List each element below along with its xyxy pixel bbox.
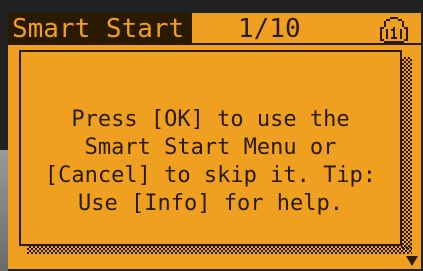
screen-title: Smart Start xyxy=(12,14,185,44)
header-rule xyxy=(192,43,421,45)
title-bar: Smart Start xyxy=(8,13,192,45)
dialog-message: Press [OK] to use the Smart Start Menu o… xyxy=(21,106,400,218)
lcd-screen: Smart Start 1/10 Press [OK] to use the S… xyxy=(8,13,421,269)
message-line: Use [Info] for help. xyxy=(78,191,343,216)
dialog-shadow-bottom xyxy=(27,246,412,254)
dialog-shadow-right xyxy=(402,57,412,249)
message-line: Smart Start Menu or xyxy=(84,135,337,160)
smart-start-dialog: Press [OK] to use the Smart Start Menu o… xyxy=(19,50,402,246)
scroll-down-arrow-icon[interactable] xyxy=(406,256,418,266)
message-line: Press [OK] to use the xyxy=(71,107,350,132)
message-line: [Cancel] to skip it. Tip: xyxy=(44,163,377,188)
help-info-icon[interactable] xyxy=(380,17,408,43)
page-indicator: 1/10 xyxy=(238,14,301,44)
bezel-glare xyxy=(0,150,8,271)
